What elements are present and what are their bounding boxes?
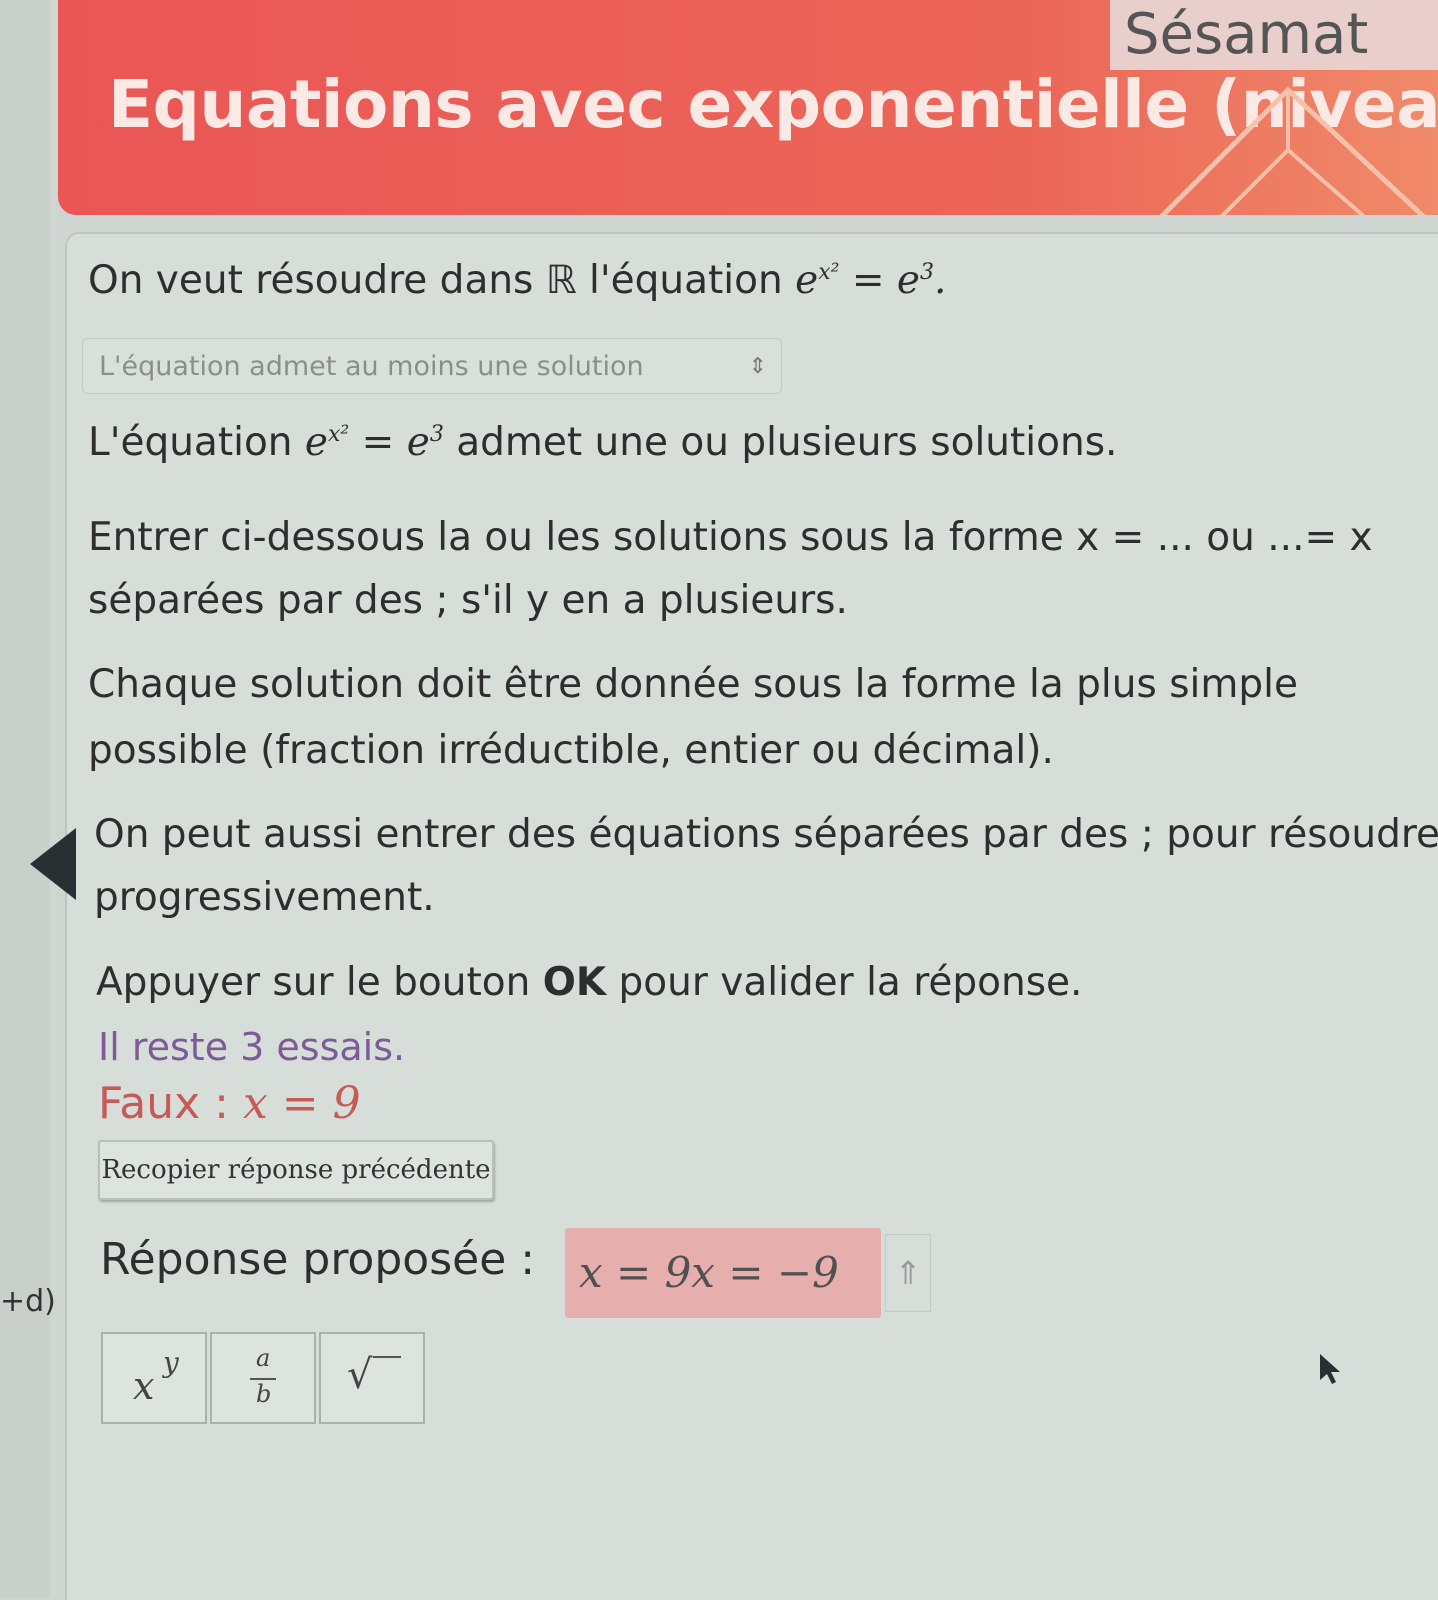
previous-arrow-icon[interactable] bbox=[30, 828, 76, 900]
fraction-key-button[interactable]: a b bbox=[210, 1332, 316, 1424]
instruction-line-5: On peut aussi entrer des équations sépar… bbox=[94, 812, 1438, 857]
statement-text: L'équation ex² = e3 admet une ou plusieu… bbox=[88, 420, 1118, 465]
power-key-button[interactable]: x y bbox=[101, 1332, 207, 1424]
chevron-updown-icon: ⇕ bbox=[748, 354, 767, 379]
mouse-cursor-icon bbox=[1320, 1354, 1340, 1384]
instruction-line-2: séparées par des ; s'il y en a plusieurs… bbox=[88, 578, 848, 623]
ok-instruction: Appuyer sur le bouton OK pour valider la… bbox=[96, 960, 1083, 1005]
wrong-answer-feedback: Faux : x = 9 bbox=[98, 1078, 361, 1129]
instruction-line-6: progressivement. bbox=[94, 875, 435, 920]
intro-text: On veut résoudre dans ℝ l'équation ex² =… bbox=[88, 258, 947, 303]
arrow-up-icon[interactable]: ⇑ bbox=[885, 1234, 931, 1312]
instruction-line-3: Chaque solution doit être donnée sous la… bbox=[88, 662, 1298, 707]
side-label: +d) bbox=[0, 1284, 56, 1319]
brand-logo: Sésamat bbox=[1110, 0, 1438, 70]
left-strip bbox=[0, 0, 50, 1598]
answer-input[interactable]: x = 9x = −9 bbox=[565, 1228, 881, 1318]
tries-remaining: Il reste 3 essais. bbox=[98, 1025, 406, 1069]
instruction-line-4: possible (fraction irréductible, entier … bbox=[88, 728, 1054, 773]
solution-count-select[interactable]: L'équation admet au moins une solution ⇕ bbox=[82, 338, 782, 394]
copy-previous-answer-button[interactable]: Recopier réponse précédente bbox=[98, 1140, 494, 1200]
sqrt-key-button[interactable]: √ bbox=[319, 1332, 425, 1424]
intro-equation: ex² = e3. bbox=[795, 258, 947, 303]
instruction-line-1: Entrer ci-dessous la ou les solutions so… bbox=[88, 515, 1373, 560]
statement-equation: ex² = e3 bbox=[304, 420, 444, 465]
answer-label: Réponse proposée : bbox=[100, 1234, 536, 1285]
geometric-decoration-icon bbox=[1159, 86, 1426, 215]
